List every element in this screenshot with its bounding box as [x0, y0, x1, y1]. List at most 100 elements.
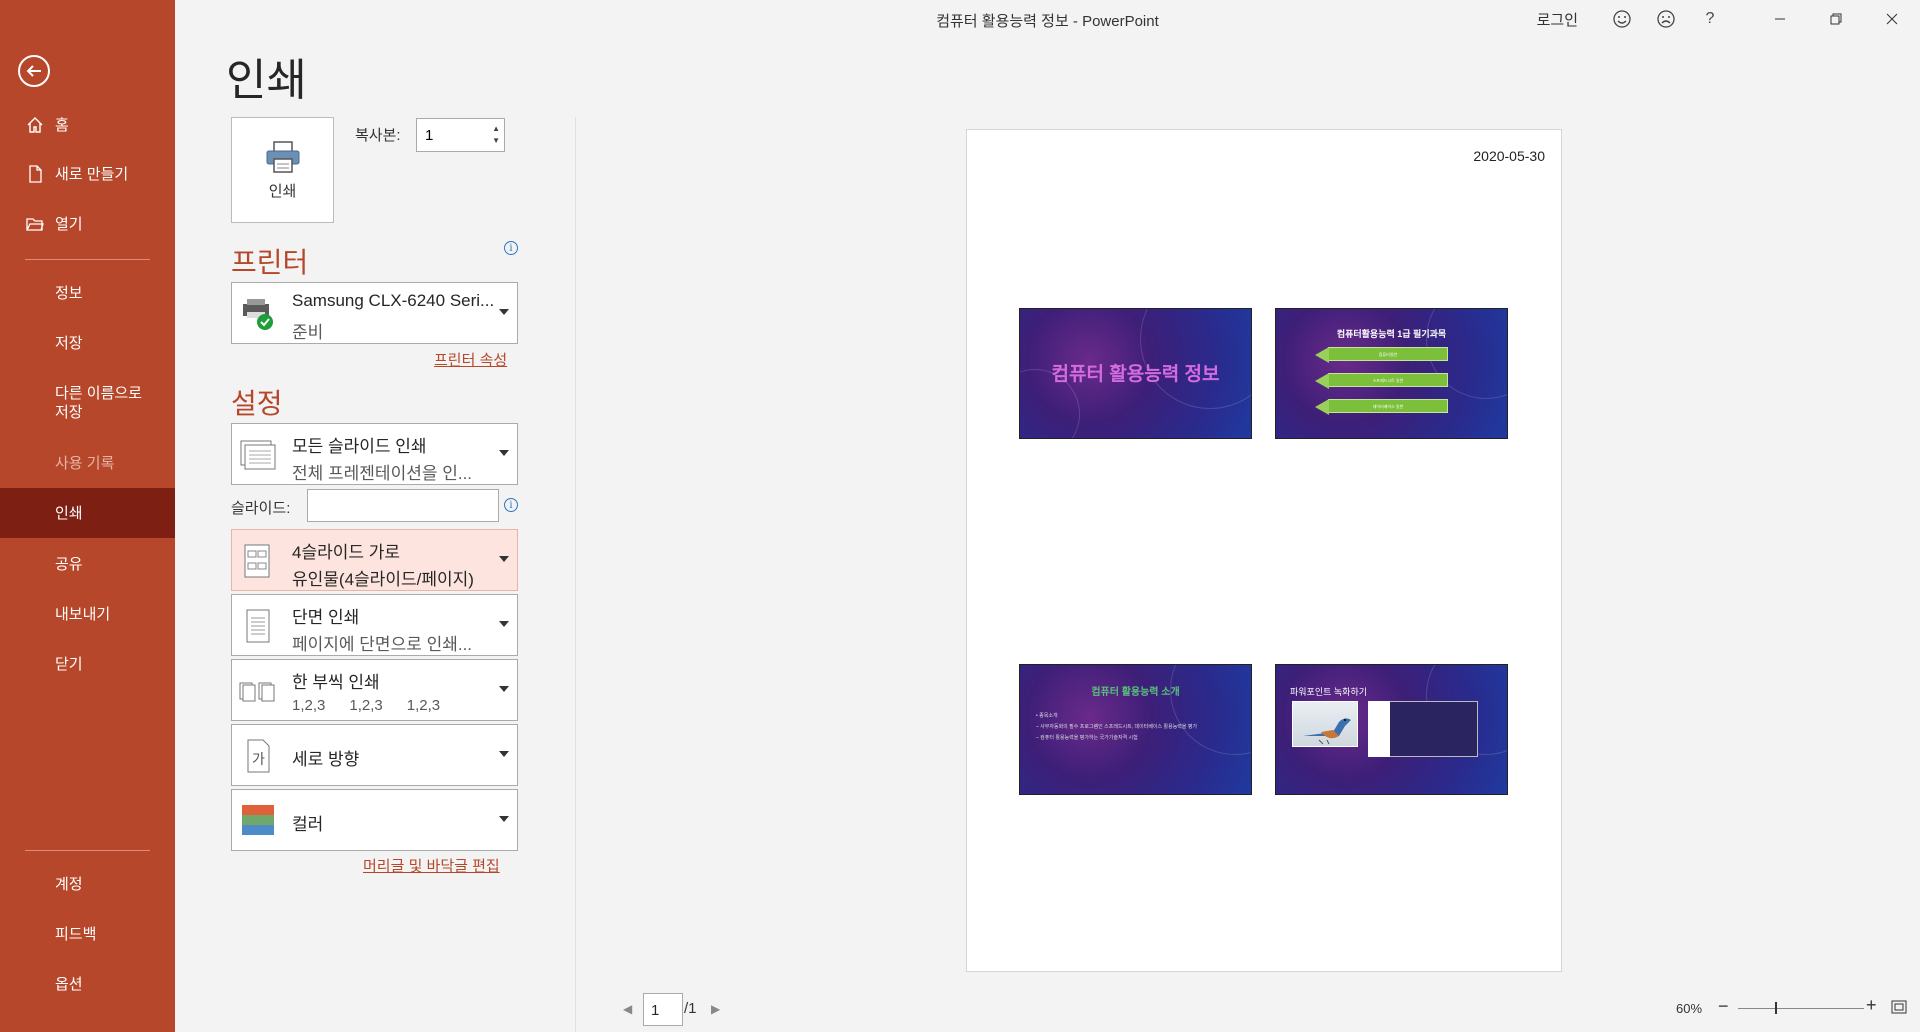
frown-feedback-icon[interactable] [1644, 0, 1688, 38]
arrow-bar-label: 스프레드시트 일반 [1372, 378, 1404, 383]
chevron-down-icon [499, 621, 509, 627]
folder-open-icon [25, 214, 45, 234]
sidebar-item-label: 사용 기록 [55, 454, 115, 472]
printer-icon [266, 140, 299, 173]
bullet-line: • 종목소개 [1036, 713, 1058, 719]
page-number-input[interactable]: 1 [643, 993, 683, 1026]
zoom-slider-thumb[interactable] [1775, 1002, 1777, 1014]
sidebar-item-new[interactable]: 새로 만들기 [0, 149, 175, 199]
bullet-line: – 컴퓨터 활용능력을 평가하는 국가기술자격 시험 [1036, 735, 1138, 741]
slides-input[interactable] [307, 489, 499, 522]
portrait-orientation-icon: 가 [238, 737, 278, 775]
header-footer-link[interactable]: 머리글 및 바닥글 편집 [363, 855, 500, 876]
sidebar-item-export[interactable]: 내보내기 [0, 589, 175, 639]
slide-bullets: • 종목소개 – 사무자동화의 필수 프로그램인 스프레드시트, 데이터베이스 … [1036, 711, 1236, 744]
chevron-down-icon [499, 751, 509, 757]
all-slides-icon [238, 436, 278, 474]
sidebar-item-share[interactable]: 공유 [0, 539, 175, 589]
orientation-main: 세로 방향 [292, 750, 360, 769]
chevron-down-icon [499, 450, 509, 456]
spin-up-icon[interactable]: ▲ [492, 123, 500, 135]
zoom-slider-track[interactable] [1738, 1008, 1864, 1009]
sidebar-item-label: 닫기 [55, 655, 83, 673]
sidebar-item-save[interactable]: 저장 [0, 318, 175, 368]
printer-properties-link[interactable]: 프린터 속성 [434, 349, 507, 370]
backstage-sidebar: 홈 새로 만들기 열기 정보 저장 다른 이름으로 저장 사용 기록 인쇄 공유… [0, 0, 175, 1032]
recording-panel-thumbnail [1368, 701, 1390, 757]
svg-text:가: 가 [252, 752, 265, 768]
help-icon[interactable]: ? [1688, 0, 1732, 38]
fit-to-window-icon[interactable] [1891, 999, 1907, 1015]
sidebar-item-close[interactable]: 닫기 [0, 639, 175, 689]
settings-heading: 설정 [231, 388, 283, 419]
arrow-bar-label: 데이터베이스 일반 [1372, 404, 1404, 409]
sidebar-item-label: 새로 만들기 [55, 165, 129, 183]
previous-page-icon[interactable]: ◀ [623, 1002, 632, 1016]
printer-ready-icon [238, 295, 278, 333]
printer-info-icon[interactable]: i [504, 241, 518, 255]
home-icon [25, 115, 45, 135]
layout-main: 4슬라이드 가로 [292, 543, 401, 562]
slides-label: 슬라이드: [231, 500, 291, 517]
sidebar-item-home[interactable]: 홈 [0, 100, 175, 150]
print-button[interactable]: 인쇄 [231, 117, 334, 223]
sidebar-item-save-as[interactable]: 다른 이름으로 저장 [0, 378, 175, 428]
back-arrow-icon[interactable] [18, 55, 50, 87]
sides-dropdown[interactable]: 단면 인쇄 페이지에 단면으로 인쇄... [231, 594, 518, 656]
sidebar-item-feedback[interactable]: 피드백 [0, 909, 175, 959]
sidebar-item-info[interactable]: 정보 [0, 268, 175, 318]
sidebar-divider [25, 850, 150, 851]
zoom-in-icon[interactable]: + [1866, 995, 1877, 1016]
sidebar-item-label: 정보 [55, 284, 83, 302]
sidebar-item-label: 피드백 [55, 925, 97, 943]
collated-icon [238, 672, 278, 710]
color-dropdown[interactable]: 컬러 [231, 789, 518, 851]
slides-range-dropdown[interactable]: 모든 슬라이드 인쇄 전체 프레젠테이션을 인... [231, 423, 518, 485]
layout-dropdown[interactable]: 4슬라이드 가로 유인물(4슬라이드/페이지) [231, 529, 518, 591]
slide-title: 파워포인트 녹화하기 [1290, 687, 1368, 697]
sidebar-item-print[interactable]: 인쇄 [0, 488, 175, 538]
sidebar-item-label: 열기 [55, 215, 83, 233]
color-main: 컬러 [292, 815, 324, 834]
sidebar-item-options[interactable]: 옵션 [0, 959, 175, 1009]
printer-name: Samsung CLX-6240 Seri... [292, 291, 495, 310]
next-page-icon[interactable]: ▶ [711, 1002, 720, 1016]
slides-info-icon[interactable]: i [504, 498, 518, 512]
sidebar-item-label: 다른 이름으로 저장 [55, 385, 142, 421]
single-sided-icon [238, 607, 278, 645]
slide-title: 컴퓨터활용능력 1급 필기과목 [1336, 329, 1447, 339]
copies-spin-arrows[interactable]: ▲ ▼ [492, 123, 500, 147]
slide-thumbnail-2: 컴퓨터활용능력 1급 필기과목 컴퓨터일반 스프레드시트 일반 데이터베이스 일… [1275, 308, 1508, 439]
sidebar-divider [25, 259, 150, 260]
chevron-down-icon [499, 309, 509, 315]
sidebar-item-history[interactable]: 사용 기록 [0, 438, 175, 488]
panel-divider [575, 117, 576, 1032]
printer-dropdown[interactable]: Samsung CLX-6240 Seri... 준비 [231, 282, 518, 344]
page-title: 인쇄 [226, 56, 307, 105]
spin-down-icon[interactable]: ▼ [492, 135, 500, 147]
chevron-down-icon [499, 686, 509, 692]
print-preview-page: 2020-05-30 컴퓨터 활용능력 정보 컴퓨터활용능력 1급 필기과목 컴… [966, 129, 1562, 972]
minimize-icon[interactable] [1752, 0, 1808, 38]
copies-input[interactable] [417, 119, 483, 151]
sidebar-item-label: 저장 [55, 334, 83, 352]
restore-icon[interactable] [1808, 0, 1864, 38]
collate-dropdown[interactable]: 한 부씩 인쇄 1,2,3 1,2,3 1,2,3 [231, 659, 518, 721]
smile-feedback-icon[interactable] [1600, 0, 1644, 38]
bullet-line: – 사무자동화의 필수 프로그램인 스프레드시트, 데이터베이스 활용능력을 평… [1036, 724, 1198, 730]
collate-sub: 1,2,3 1,2,3 1,2,3 [292, 697, 440, 714]
zoom-out-icon[interactable]: − [1718, 996, 1729, 1017]
zoom-level[interactable]: 60% [1676, 1001, 1702, 1016]
orientation-dropdown[interactable]: 가 세로 방향 [231, 724, 518, 786]
login-link[interactable]: 로그인 [1537, 9, 1578, 30]
sidebar-item-account[interactable]: 계정 [0, 859, 175, 909]
title-bar-controls: 로그인 ? [1537, 0, 1920, 38]
close-icon[interactable] [1864, 0, 1920, 38]
collate-sequence: 1,2,3 [349, 697, 383, 714]
sidebar-item-label: 홈 [55, 116, 69, 134]
copies-stepper[interactable]: ▲ ▼ [416, 118, 505, 152]
copies-label: 복사본: [355, 127, 401, 144]
title-bar: 컴퓨터 활용능력 정보 - PowerPoint 로그인 ? [175, 0, 1920, 38]
arrow-bar: 컴퓨터일반 [1315, 347, 1448, 363]
sidebar-item-open[interactable]: 열기 [0, 199, 175, 249]
